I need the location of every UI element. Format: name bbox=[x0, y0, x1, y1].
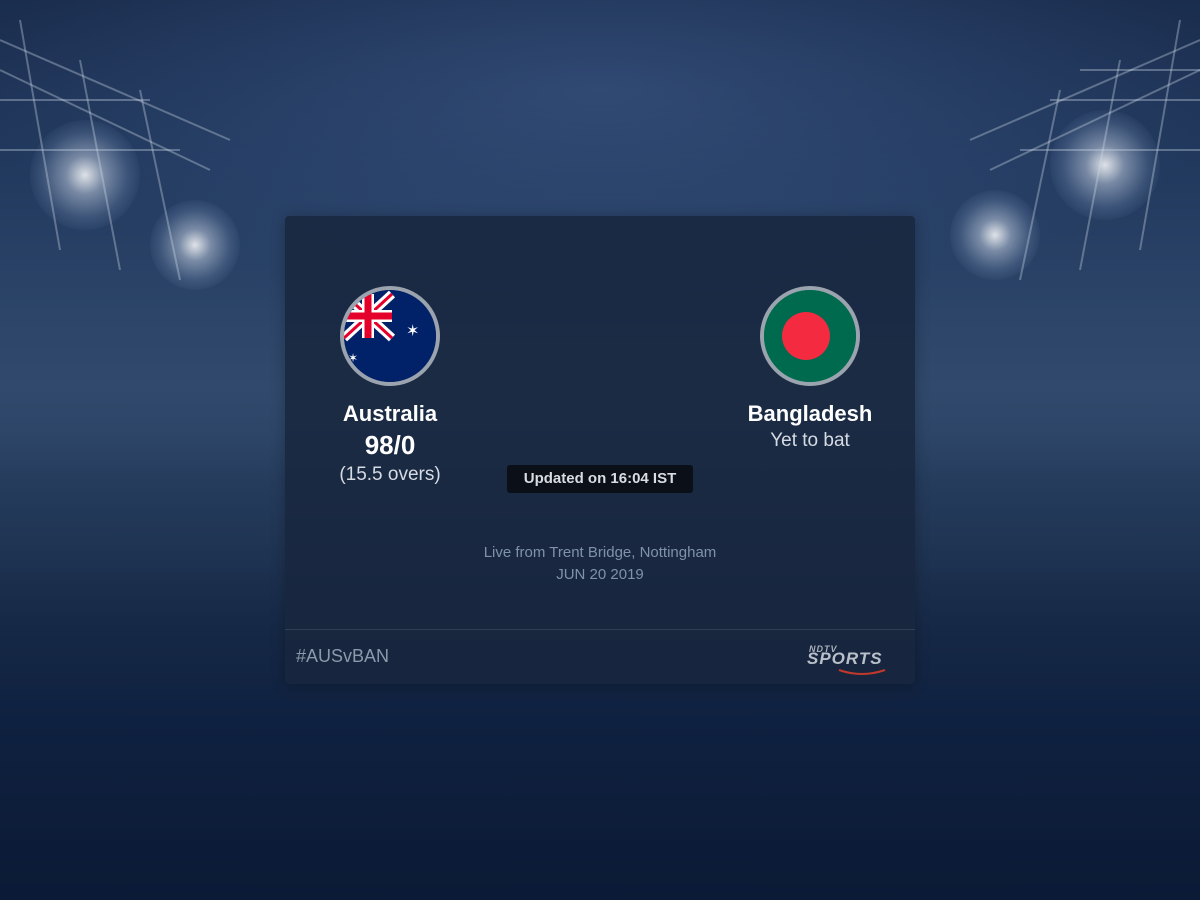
svg-text:✶: ✶ bbox=[348, 351, 358, 365]
footer-divider bbox=[285, 629, 915, 630]
venue-text: Live from Trent Bridge, Nottingham bbox=[483, 544, 717, 561]
team-home-name: Australia bbox=[342, 401, 438, 426]
team-away-status: Yet to bat bbox=[770, 430, 850, 451]
updated-time-badge: Updated on 16:04 IST bbox=[507, 465, 693, 493]
brand-logo-main: SPORTS bbox=[807, 649, 883, 668]
australia-flag-icon: ✶ ✶ bbox=[340, 286, 440, 386]
bangladesh-flag-icon bbox=[760, 286, 860, 386]
team-away: Bangladesh Yet to bat bbox=[700, 286, 920, 454]
scorecard: ✶ ✶ Australia 98/0 (15.5 overs) Banglade… bbox=[285, 216, 915, 684]
brand-swoosh-icon bbox=[838, 669, 886, 675]
team-away-name: Bangladesh bbox=[747, 401, 873, 426]
team-home-overs: (15.5 overs) bbox=[339, 464, 441, 485]
ndtv-sports-logo: NDTV SPORTS bbox=[807, 644, 907, 675]
svg-text:✶: ✶ bbox=[406, 321, 419, 340]
team-home: ✶ ✶ Australia 98/0 (15.5 overs) bbox=[280, 286, 500, 488]
match-hashtag: #AUSvBAN bbox=[296, 646, 390, 666]
team-home-score: 98/0 bbox=[364, 430, 416, 460]
match-date: JUN 20 2019 bbox=[556, 566, 644, 583]
